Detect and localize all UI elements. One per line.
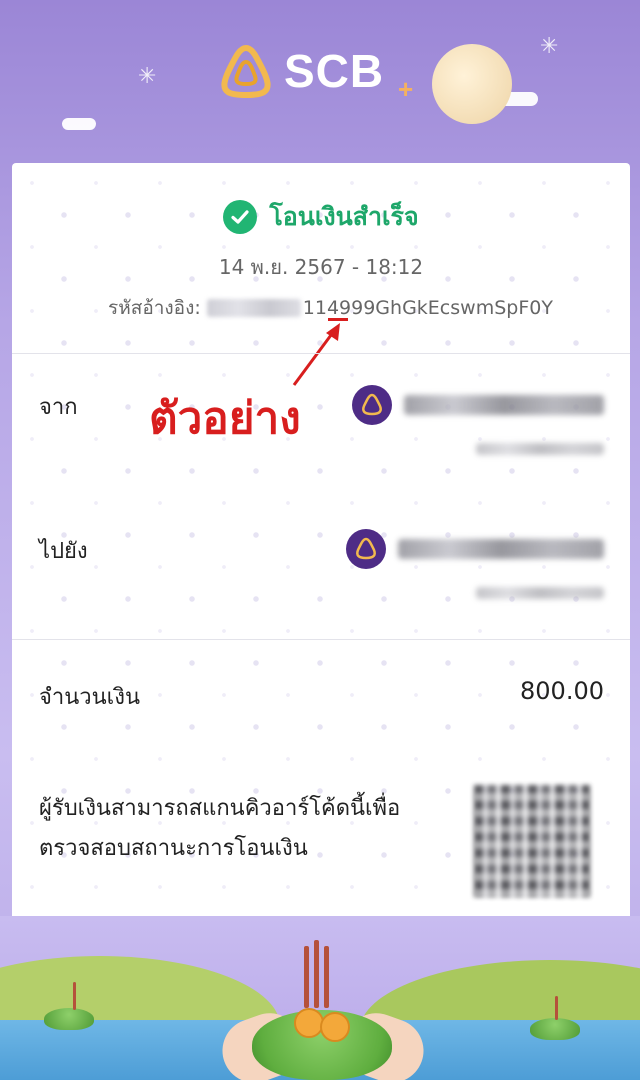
status-row: โอนเงินสำเร็จ [12,197,630,237]
cloud-decoration [62,118,96,130]
divider [12,353,630,354]
kratong-small-icon [44,1008,94,1030]
divider [12,639,630,640]
recipient-bank-icon [346,529,386,569]
qr-note: ผู้รับเงินสามารถสแกนคิวอาร์โค้ดนี้เพื่อ … [39,789,449,869]
sparkle-icon: ✳ [540,34,559,59]
reference-code: 114999GhGkEcswmSpF0Y [302,297,553,319]
incense-icon [304,946,309,1008]
amount-label: จำนวนเงิน [39,685,140,710]
recipient-name-redacted [398,539,604,559]
incense-icon [73,982,76,1010]
status-text: โอนเงินสำเร็จ [269,202,419,231]
qr-code-overlay [474,785,590,897]
sparkle-icon: ✳ [138,64,157,89]
amount-value: 800.00 [520,677,604,705]
qr-note-line-1: ผู้รับเงินสามารถสแกนคิวอาร์โค้ดนี้เพื่อ [39,796,401,821]
check-circle-icon [223,200,258,234]
footer-illustration [0,916,640,1080]
annotation-arrow [292,323,340,386]
recipient-account-redacted [476,587,604,599]
header: ✳ ✳ SCB + [0,0,640,160]
sender-name-redacted [404,395,604,415]
reference-label: รหัสอ้างอิง: [108,297,201,319]
coin-icon [320,1012,350,1042]
kratong-small-icon [530,1018,580,1040]
to-label: ไปยัง [39,539,88,564]
from-label: จาก [39,395,78,420]
transaction-datetime: 14 พ.ย. 2567 - 18:12 [218,255,424,279]
incense-icon [555,996,558,1020]
annotation-text: ตัวอย่าง [149,393,301,444]
sender-account-redacted [476,443,604,455]
moon-decoration [432,44,512,124]
reference-redacted [206,299,301,317]
scb-emblem-icon [221,44,271,98]
sender-bank-icon [352,385,392,425]
receipt-card: โอนเงินสำเร็จ 14 พ.ย. 2567 - 18:12 รหัสอ… [12,163,630,915]
incense-icon [314,940,319,1008]
qr-note-line-2: ตรวจสอบสถานะการโอนเงิน [39,836,308,861]
incense-icon [324,946,329,1008]
scb-logo: SCB [220,44,384,98]
brand-plus: + [398,74,414,104]
brand-name: SCB [284,45,385,97]
